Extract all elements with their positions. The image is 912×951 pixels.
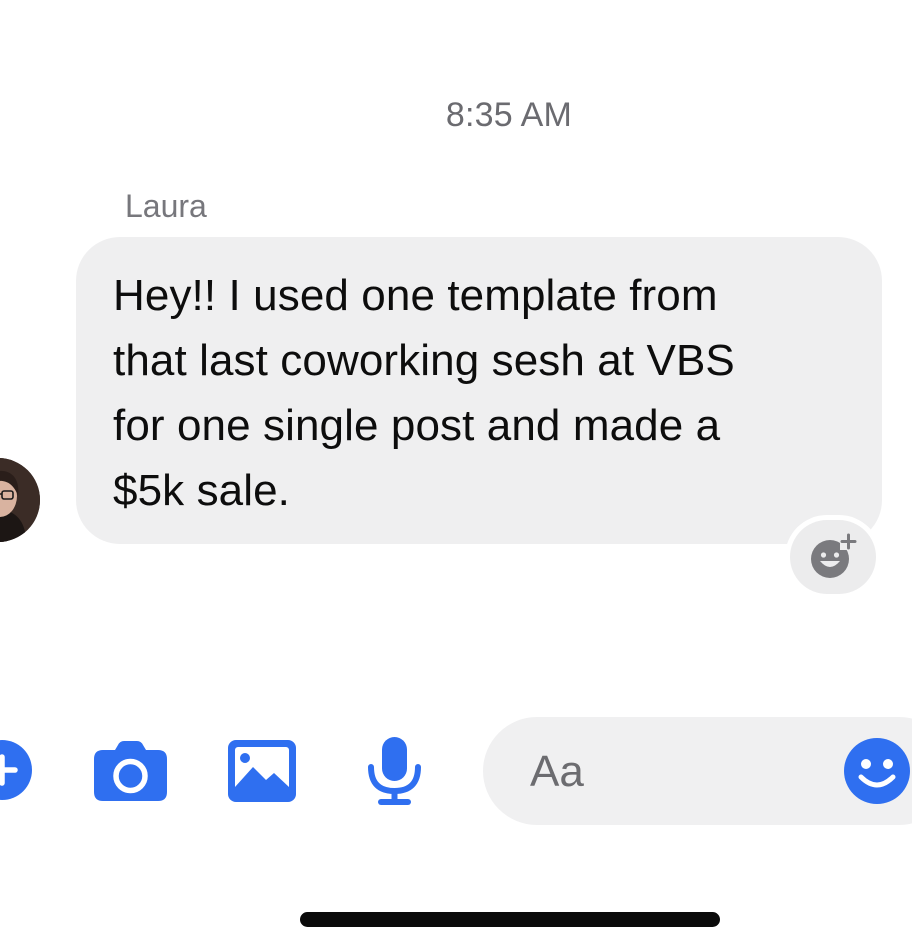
plus-icon[interactable] bbox=[0, 740, 32, 800]
avatar-photo bbox=[0, 458, 40, 542]
camera-icon[interactable] bbox=[94, 741, 167, 801]
message-bubble[interactable]: Hey!! I used one template from that last… bbox=[76, 237, 882, 544]
image-icon[interactable] bbox=[228, 740, 296, 802]
message-text: Hey!! I used one template from that last… bbox=[113, 271, 735, 515]
add-reaction-icon bbox=[811, 533, 857, 578]
message-input-placeholder: Aa bbox=[530, 747, 584, 796]
add-reaction-button[interactable] bbox=[790, 520, 876, 594]
messenger-thread: 8:35 AM Laura Hey!! I used one template … bbox=[0, 0, 912, 951]
avatar[interactable] bbox=[0, 458, 40, 542]
emoji-icon[interactable] bbox=[843, 737, 911, 805]
home-indicator[interactable] bbox=[300, 912, 720, 927]
message-timestamp: 8:35 AM bbox=[445, 96, 573, 134]
microphone-icon[interactable] bbox=[367, 737, 422, 805]
sender-name: Laura bbox=[125, 188, 207, 224]
